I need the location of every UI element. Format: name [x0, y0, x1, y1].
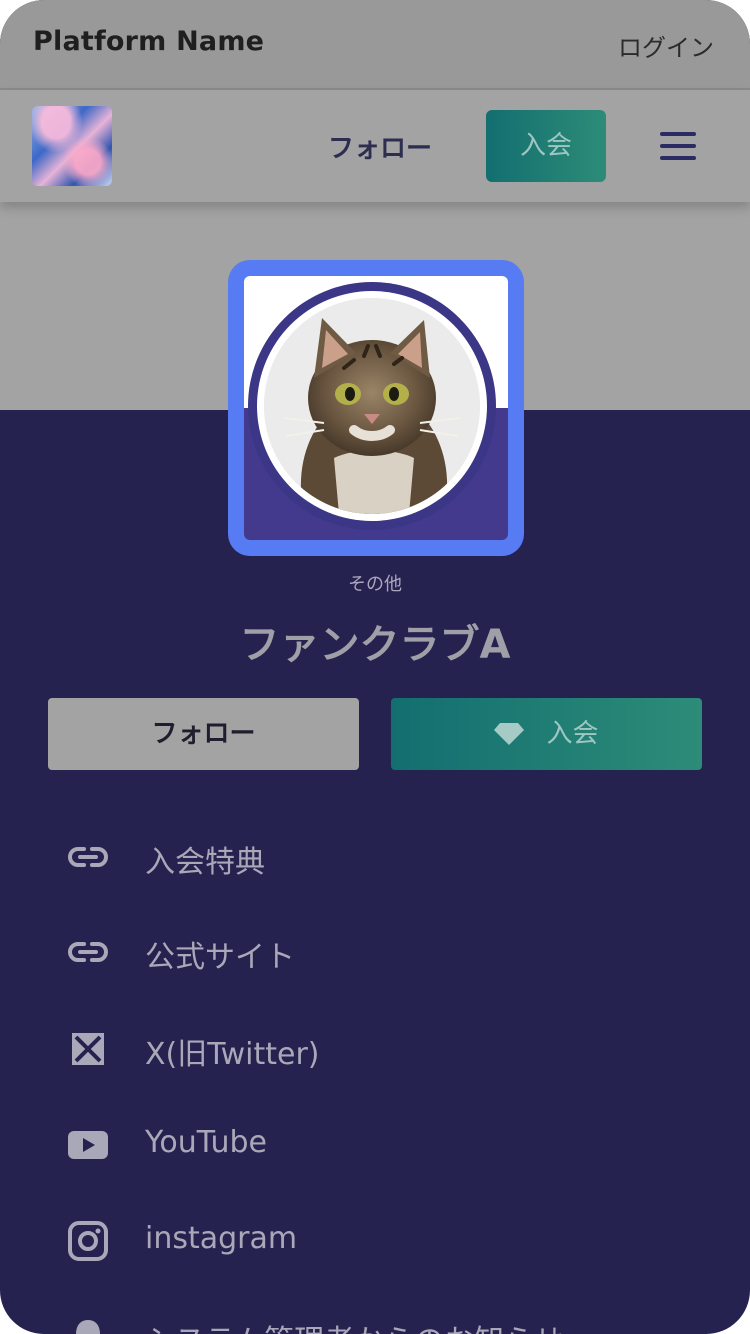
link-label: 公式サイト — [145, 940, 295, 975]
follow-button[interactable]: フォロー — [48, 698, 359, 770]
join-button[interactable]: 入会 — [391, 698, 702, 770]
bell-icon — [66, 1316, 110, 1334]
link-label: システム管理者からのお知らせ — [145, 1316, 564, 1334]
hamburger-icon[interactable] — [660, 132, 696, 160]
avatar-frame — [228, 260, 524, 556]
join-button-label: 入会 — [546, 719, 599, 749]
youtube-icon — [66, 1125, 110, 1165]
link-label: X(旧Twitter) — [145, 1037, 320, 1072]
instagram-icon — [66, 1221, 110, 1261]
platform-bar: Platform Name ログイン — [0, 0, 750, 90]
link-item-x[interactable]: X(旧Twitter) — [66, 1019, 706, 1079]
link-icon — [66, 932, 110, 972]
diamond-icon — [494, 723, 525, 745]
club-name: ファンクラブA — [239, 622, 511, 668]
x-icon — [66, 1029, 110, 1069]
club-header: フォロー 入会 — [0, 90, 750, 202]
link-label: 入会特典 — [145, 845, 265, 880]
avatar — [264, 298, 480, 514]
club-logo[interactable] — [32, 106, 112, 186]
link-item-system-notice[interactable]: システム管理者からのお知らせ — [66, 1306, 706, 1334]
cat-photo — [264, 298, 480, 514]
link-label: instagram — [145, 1221, 298, 1256]
link-icon — [66, 837, 110, 877]
club-category: その他 — [348, 574, 402, 595]
platform-name: Platform Name — [33, 26, 265, 57]
link-label: YouTube — [145, 1125, 267, 1160]
link-item-instagram[interactable]: instagram — [66, 1211, 706, 1271]
phone-screen: Platform Name ログイン フォロー 入会 その他 ファンクラブA フ… — [0, 0, 750, 1334]
header-join-button[interactable]: 入会 — [486, 110, 606, 182]
header-follow-button[interactable]: フォロー — [328, 128, 432, 165]
link-item-official-site[interactable]: 公式サイト — [66, 922, 706, 982]
link-item-benefits[interactable]: 入会特典 — [66, 827, 706, 887]
link-item-youtube[interactable]: YouTube — [66, 1115, 706, 1175]
login-link[interactable]: ログイン — [618, 28, 714, 63]
